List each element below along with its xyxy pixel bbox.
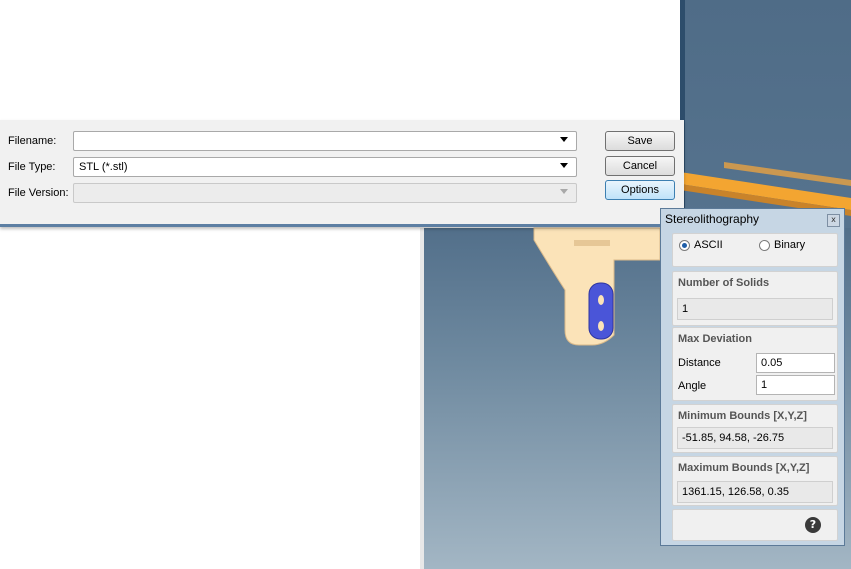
close-icon[interactable]: x: [827, 214, 840, 227]
max-bounds-group: Maximum Bounds [X,Y,Z] 1361.15, 126.58, …: [672, 456, 838, 506]
max-bounds-value: 1361.15, 126.58, 0.35: [682, 486, 790, 498]
max-bounds-field: 1361.15, 126.58, 0.35: [677, 481, 833, 503]
help-icon[interactable]: ?: [805, 517, 821, 533]
chevron-down-icon[interactable]: [560, 137, 568, 142]
file-save-dialog: Filename: File Type: STL (*.stl) File Ve…: [0, 120, 684, 227]
distance-label: Distance: [678, 357, 721, 369]
fileversion-combo: [73, 183, 577, 203]
filename-label: Filename:: [8, 135, 57, 147]
ascii-label[interactable]: ASCII: [694, 239, 723, 251]
filetype-combo[interactable]: STL (*.stl): [73, 157, 577, 177]
binary-radio[interactable]: [759, 240, 770, 251]
stereolithography-panel: Stereolithography x ASCII Binary Number …: [660, 208, 845, 546]
angle-label: Angle: [678, 380, 707, 392]
filetype-value: STL (*.stl): [79, 161, 128, 173]
filename-combo[interactable]: [73, 131, 577, 151]
max-bounds-label: Maximum Bounds [X,Y,Z]: [678, 462, 810, 474]
angle-value: 1: [761, 379, 768, 391]
model-hole-top: [598, 295, 604, 305]
filetype-label: File Type:: [8, 161, 56, 173]
number-of-solids-value: 1: [682, 303, 689, 315]
model-hole-bottom: [598, 321, 604, 331]
options-button[interactable]: Options: [605, 180, 675, 200]
solids-group: Number of Solids 1: [672, 271, 838, 326]
number-of-solids-field: 1: [677, 298, 833, 320]
model-bracket-edge: [574, 240, 610, 246]
distance-input[interactable]: 0.05: [756, 353, 835, 373]
format-group: ASCII Binary: [672, 233, 838, 267]
fileversion-label: File Version:: [8, 187, 69, 199]
number-of-solids-label: Number of Solids: [678, 277, 770, 289]
min-bounds-group: Minimum Bounds [X,Y,Z] -51.85, 94.58, -2…: [672, 404, 838, 453]
distance-value: 0.05: [761, 357, 783, 369]
cancel-button[interactable]: Cancel: [605, 156, 675, 176]
min-bounds-field: -51.85, 94.58, -26.75: [677, 427, 833, 449]
chevron-down-icon[interactable]: [560, 163, 568, 168]
dialog-blank-area: [0, 228, 420, 569]
chevron-down-icon: [560, 189, 568, 194]
binary-label[interactable]: Binary: [774, 239, 805, 251]
angle-input[interactable]: 1: [756, 375, 835, 395]
save-button[interactable]: Save: [605, 131, 675, 151]
panel-title: Stereolithography: [665, 212, 760, 226]
help-group: ?: [672, 509, 838, 541]
min-bounds-label: Minimum Bounds [X,Y,Z]: [678, 410, 807, 422]
min-bounds-value: -51.85, 94.58, -26.75: [682, 432, 785, 444]
max-deviation-label: Max Deviation: [678, 333, 752, 345]
ascii-radio[interactable]: [679, 240, 690, 251]
max-deviation-group: Max Deviation Distance 0.05 Angle 1: [672, 327, 838, 401]
